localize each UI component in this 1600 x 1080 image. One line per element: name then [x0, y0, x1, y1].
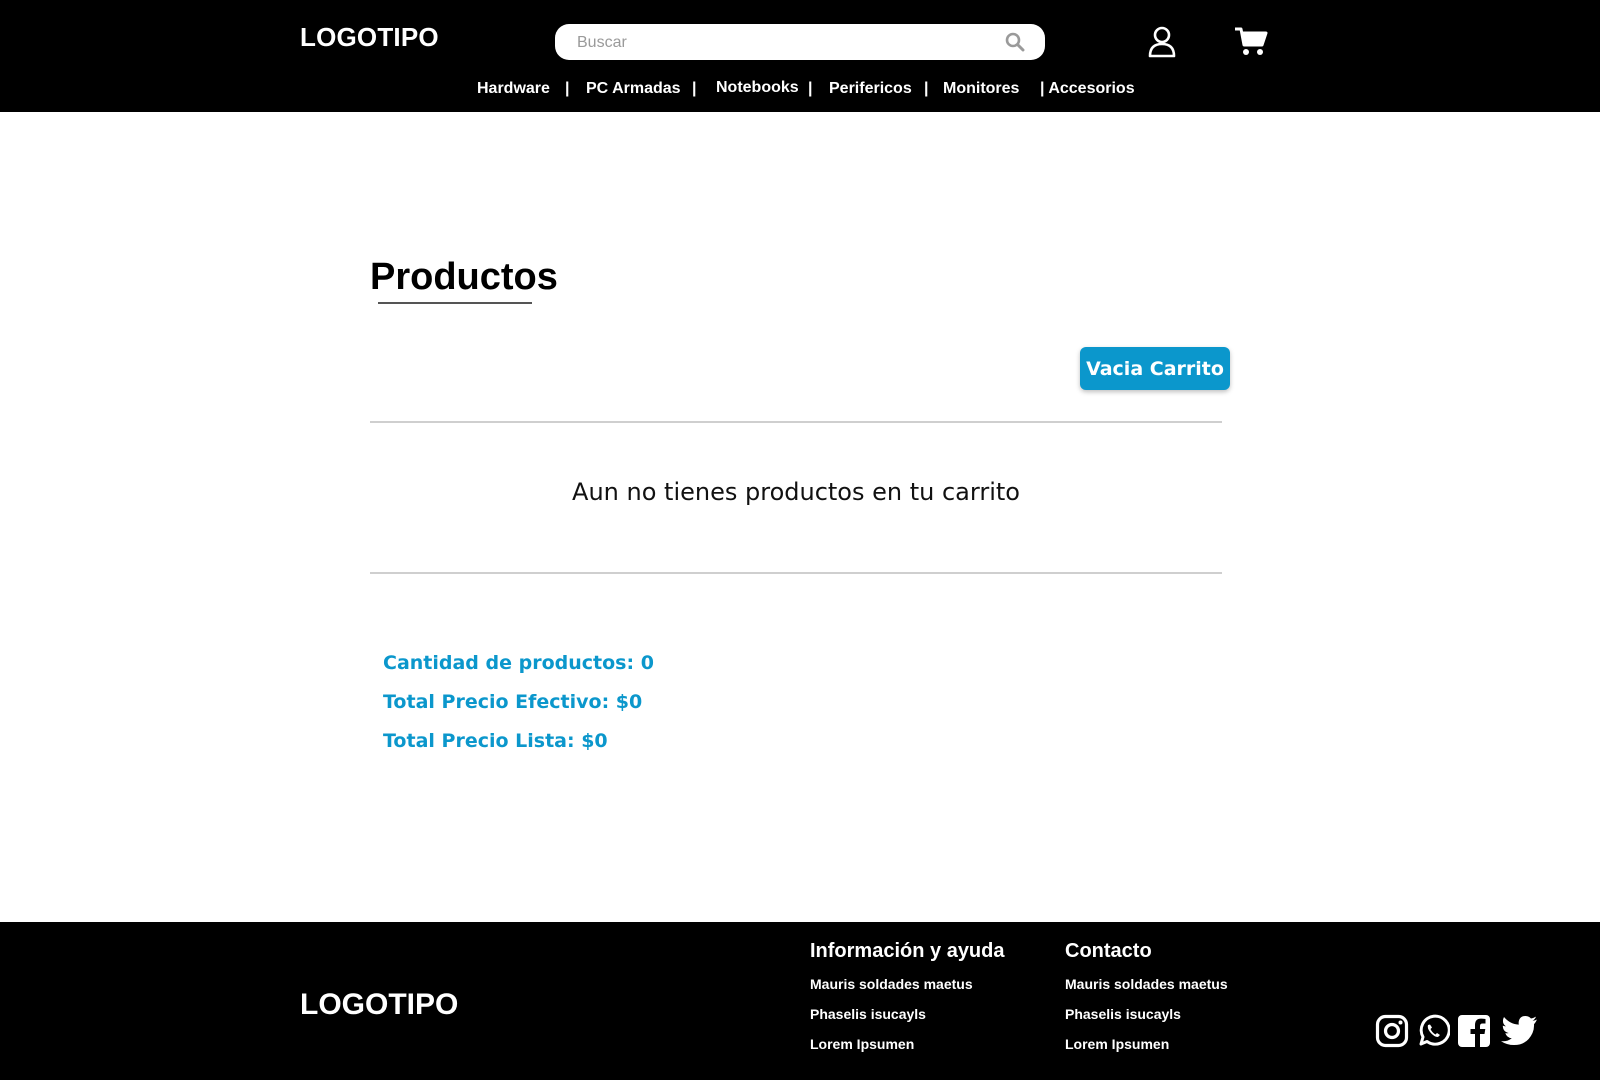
nav-separator: |: [692, 80, 697, 97]
total-list-price: Total Precio Lista: $0: [383, 730, 608, 752]
logo[interactable]: LOGOTIPO: [300, 22, 439, 53]
footer-link[interactable]: Mauris soldades maetus: [810, 976, 973, 992]
nav-perifericos[interactable]: Perifericos: [829, 80, 912, 98]
divider: [370, 572, 1222, 574]
search-bar: [555, 24, 1045, 62]
nav-separator: |: [565, 80, 570, 97]
nav-monitores[interactable]: Monitores: [943, 80, 1019, 98]
total-cash-price: Total Precio Efectivo: $0: [383, 691, 643, 713]
footer-logo[interactable]: LOGOTIPO: [300, 988, 458, 1022]
nav-notebooks[interactable]: Notebooks: [716, 79, 799, 97]
search-icon[interactable]: [1005, 32, 1025, 52]
empty-cart-button[interactable]: Vacia Carrito: [1080, 347, 1230, 390]
contact-heading: Contacto: [1065, 940, 1152, 962]
footer-link[interactable]: Lorem Ipsumen: [810, 1036, 914, 1052]
main-nav: Hardware | PC Armadas | Notebooks | Peri…: [0, 79, 1600, 104]
footer-link[interactable]: Phaselis isucayls: [1065, 1006, 1181, 1022]
footer-link[interactable]: Lorem Ipsumen: [1065, 1036, 1169, 1052]
instagram-icon[interactable]: [1375, 1014, 1409, 1048]
info-help-heading: Información y ayuda: [810, 940, 1005, 962]
whatsapp-icon[interactable]: [1416, 1014, 1450, 1048]
footer-link[interactable]: Phaselis isucayls: [810, 1006, 926, 1022]
search-input[interactable]: [575, 24, 979, 62]
facebook-icon[interactable]: [1457, 1014, 1491, 1048]
empty-cart-message: Aun no tienes productos en tu carrito: [572, 478, 1020, 506]
title-underline: [378, 302, 532, 304]
site-header: LOGOTIPO Hardware | PC Armadas | Noteboo…: [0, 0, 1600, 112]
product-count: Cantidad de productos: 0: [383, 652, 654, 674]
site-footer: LOGOTIPO Información y ayuda Mauris sold…: [0, 922, 1600, 1080]
page-title: Productos: [370, 256, 558, 298]
cart-icon[interactable]: [1234, 26, 1268, 58]
user-icon[interactable]: [1148, 26, 1176, 58]
nav-pc-armadas[interactable]: PC Armadas: [586, 80, 681, 98]
footer-link[interactable]: Mauris soldades maetus: [1065, 976, 1228, 992]
twitter-icon[interactable]: [1500, 1014, 1538, 1048]
divider: [370, 421, 1222, 423]
nav-separator: |: [808, 80, 813, 97]
nav-accesorios[interactable]: | Accesorios: [1040, 80, 1135, 98]
nav-hardware[interactable]: Hardware: [477, 80, 550, 98]
nav-separator: |: [924, 80, 929, 97]
